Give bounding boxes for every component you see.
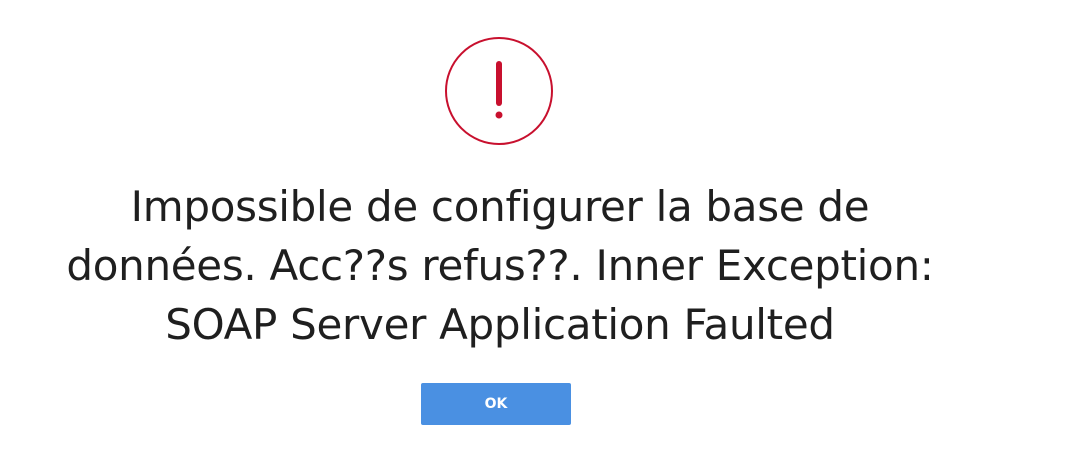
error-dialog: Impossible de configurer la base de donn… [0, 0, 1088, 467]
error-message-line: SOAP Server Application Faulted [165, 300, 835, 349]
ok-button[interactable]: OK [421, 383, 571, 425]
error-message-line: données. Acc??s refus??. Inner Exception… [66, 241, 934, 290]
error-message-line: Impossible de configurer la base de [130, 182, 870, 231]
error-message: Impossible de configurer la base de donn… [0, 177, 1000, 354]
exclamation-circle-icon [445, 37, 553, 145]
